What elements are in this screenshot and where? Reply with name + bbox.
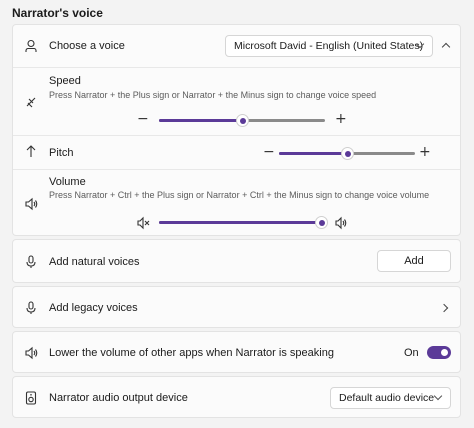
chevron-up-icon[interactable] xyxy=(441,42,451,52)
volume-slider[interactable] xyxy=(159,216,328,229)
natural-voices-label: Add natural voices xyxy=(49,256,140,268)
speed-slider-thumb[interactable] xyxy=(236,114,249,127)
pitch-label: Pitch xyxy=(49,147,74,159)
legacy-voices-card[interactable]: Add legacy voices xyxy=(12,286,461,328)
speaker-device-icon xyxy=(23,390,39,406)
person-icon xyxy=(23,38,39,54)
volume-row: Volume Press Narrator + Ctrl + the Plus … xyxy=(13,170,460,236)
pitch-slider[interactable] xyxy=(279,147,415,160)
volume-slider-fill xyxy=(159,221,321,224)
speed-increase-button[interactable]: + xyxy=(335,112,347,126)
speed-description: Press Narrator + the Plus sign or Narrat… xyxy=(49,90,377,100)
pitch-row: Pitch − + xyxy=(13,136,460,168)
volume-slider-thumb[interactable] xyxy=(315,216,328,229)
mute-icon[interactable] xyxy=(135,215,151,231)
volume-label: Volume xyxy=(49,176,86,188)
output-device-dropdown[interactable]: Default audio device xyxy=(330,387,451,409)
pitch-increase-button[interactable]: + xyxy=(419,145,431,159)
speed-label: Speed xyxy=(49,75,81,87)
voice-settings-card: Choose a voice Microsoft David - English… xyxy=(12,24,461,236)
microphone-icon xyxy=(23,254,39,270)
output-device-value: Default audio device xyxy=(339,392,435,404)
chevron-down-icon xyxy=(433,391,443,401)
speed-slider[interactable] xyxy=(159,114,325,127)
add-natural-voices-button[interactable]: Add xyxy=(377,250,451,272)
lower-volume-state: On xyxy=(404,347,419,359)
chevron-right-icon[interactable] xyxy=(439,303,449,313)
microphone-icon xyxy=(23,300,39,316)
pitch-slider-thumb[interactable] xyxy=(341,147,354,160)
speaker-icon xyxy=(23,345,39,361)
toggle-knob xyxy=(441,349,448,356)
speed-icon xyxy=(23,94,39,110)
volume-description: Press Narrator + Ctrl + the Plus sign or… xyxy=(49,190,430,200)
choose-voice-row: Choose a voice Microsoft David - English… xyxy=(13,25,460,67)
speaker-icon xyxy=(23,196,39,212)
pitch-decrease-button[interactable]: − xyxy=(263,145,275,159)
arrow-up-icon xyxy=(23,143,39,159)
section-title: Narrator's voice xyxy=(12,6,103,20)
lower-volume-toggle[interactable] xyxy=(427,346,451,359)
choose-voice-label: Choose a voice xyxy=(49,40,125,52)
pitch-slider-fill xyxy=(279,152,347,155)
legacy-voices-label: Add legacy voices xyxy=(49,302,138,314)
speed-slider-fill xyxy=(159,119,242,122)
voice-dropdown[interactable]: Microsoft David - English (United States… xyxy=(225,35,433,57)
speed-decrease-button[interactable]: − xyxy=(137,112,149,126)
output-device-card: Narrator audio output device Default aud… xyxy=(12,376,461,418)
lower-volume-card: Lower the volume of other apps when Narr… xyxy=(12,331,461,373)
output-device-label: Narrator audio output device xyxy=(49,392,188,404)
speed-row: Speed Press Narrator + the Plus sign or … xyxy=(13,68,460,134)
lower-volume-label: Lower the volume of other apps when Narr… xyxy=(49,347,334,359)
natural-voices-card: Add natural voices Add xyxy=(12,239,461,283)
voice-dropdown-value: Microsoft David - English (United States… xyxy=(234,40,424,52)
volume-max-icon[interactable] xyxy=(333,215,349,231)
